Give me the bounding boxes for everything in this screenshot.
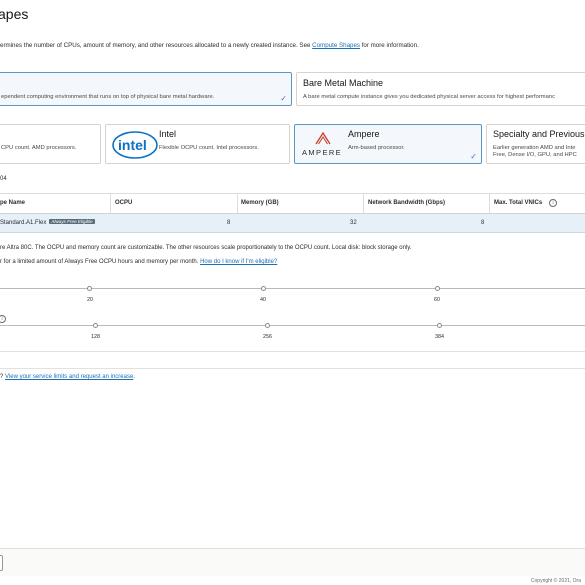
always-free-text: r for a limited amount of Always Free OC… bbox=[0, 259, 201, 265]
memory-slider-tick[interactable] bbox=[265, 323, 270, 328]
column-divider bbox=[237, 194, 238, 213]
specialty-description-1: Earlier generation AMD and Inte bbox=[493, 145, 576, 151]
ocpu-cell: 8 bbox=[227, 220, 231, 226]
compute-shapes-link[interactable]: Compute Shapes bbox=[312, 42, 360, 49]
series-ampere-card[interactable]: AMPERE Ampere Arm-based processor. ✓ bbox=[294, 124, 482, 164]
table-row[interactable]: Standard.A1.Flex Always Free Eligible 8 3… bbox=[0, 214, 585, 233]
memory-slider-tick[interactable] bbox=[93, 323, 98, 328]
divider bbox=[0, 368, 585, 369]
select-shape-button[interactable] bbox=[0, 555, 3, 571]
series-amd-card[interactable]: CPU count. AMD processors. bbox=[0, 124, 101, 164]
info-icon[interactable]: i bbox=[0, 315, 6, 323]
amd-description: CPU count. AMD processors. bbox=[1, 145, 77, 151]
ampere-logo-text: AMPERE bbox=[302, 148, 343, 157]
col-memory[interactable]: Memory (GB) bbox=[241, 200, 279, 206]
bandwidth-cell: 8 bbox=[481, 220, 485, 226]
limits-suffix: . bbox=[133, 374, 135, 380]
intel-title: Intel bbox=[159, 129, 177, 139]
column-divider bbox=[489, 194, 490, 213]
column-divider bbox=[110, 194, 111, 213]
ocpu-tick-label: 40 bbox=[260, 297, 266, 303]
ocpu-slider-tick[interactable] bbox=[87, 286, 92, 291]
subtitle-text: ermines the number of CPUs, amount of me… bbox=[0, 42, 313, 49]
shape-table-header: pe Name OCPU Memory (GB) Network Bandwid… bbox=[0, 193, 585, 214]
shape-name-cell: Standard.A1.Flex Always Free Eligible bbox=[0, 219, 95, 226]
info-icon[interactable]: i bbox=[549, 199, 557, 207]
col-max-vnics[interactable]: Max. Total VNICs bbox=[494, 200, 542, 206]
ampere-title: Ampere bbox=[348, 129, 380, 139]
memory-slider-tick[interactable] bbox=[437, 323, 442, 328]
check-icon: ✓ bbox=[280, 94, 287, 103]
memory-tick-label: 128 bbox=[91, 334, 100, 340]
dialog-footer bbox=[0, 548, 585, 576]
service-limits-note: ? View your service limits and request a… bbox=[0, 374, 135, 380]
shape-name: Standard.A1.Flex bbox=[0, 220, 47, 226]
divider bbox=[0, 351, 585, 352]
always-free-badge: Always Free Eligible bbox=[49, 219, 95, 224]
eligibility-link[interactable]: How do I know if I'm eligible? bbox=[200, 259, 277, 265]
memory-tick-label: 256 bbox=[263, 334, 272, 340]
shape-details: re Altra 80C. The OCPU and memory count … bbox=[0, 245, 412, 251]
ocpu-tick-label: 60 bbox=[434, 297, 440, 303]
series-intel-card[interactable]: intel Intel Flexible OCPU count. Intel p… bbox=[105, 124, 290, 164]
memory-cell: 32 bbox=[350, 220, 357, 226]
always-free-note: r for a limited amount of Always Free OC… bbox=[0, 259, 277, 265]
selection-count: 04 bbox=[0, 176, 7, 182]
intel-logo-text: intel bbox=[118, 137, 147, 153]
intel-description: Flexible OCPU count. Intel processors. bbox=[159, 145, 259, 151]
instance-type-vm-card[interactable]: ependent computing environment that runs… bbox=[0, 72, 292, 106]
service-limits-link[interactable]: View your service limits and request an … bbox=[5, 374, 133, 380]
intel-logo-icon: intel bbox=[112, 131, 158, 159]
specialty-description-2: Free, Dense I/O, GPU, and HPC bbox=[493, 152, 577, 158]
instance-type-bm-card[interactable]: Bare Metal Machine A bare metal compute … bbox=[296, 72, 585, 106]
col-bandwidth[interactable]: Network Bandwidth (Gbps) bbox=[368, 200, 445, 206]
memory-slider-track[interactable] bbox=[0, 325, 585, 326]
ampere-logo-icon bbox=[315, 131, 331, 145]
bm-title: Bare Metal Machine bbox=[303, 78, 384, 88]
ocpu-slider-tick[interactable] bbox=[435, 286, 440, 291]
specialty-title: Specialty and Previous bbox=[493, 129, 585, 139]
memory-tick-label: 384 bbox=[435, 334, 444, 340]
page-title: apes bbox=[0, 6, 29, 22]
col-ocpu[interactable]: OCPU bbox=[115, 200, 132, 206]
ampere-description: Arm-based processor. bbox=[348, 145, 405, 151]
page-subtitle: ermines the number of CPUs, amount of me… bbox=[0, 42, 419, 49]
check-icon: ✓ bbox=[470, 152, 477, 161]
vm-description: ependent computing environment that runs… bbox=[1, 94, 215, 100]
bm-description: A bare metal compute instance gives you … bbox=[303, 94, 555, 100]
ocpu-tick-label: 20 bbox=[87, 297, 93, 303]
column-divider bbox=[363, 194, 364, 213]
subtitle-suffix: for more information. bbox=[359, 42, 419, 49]
col-shape-name[interactable]: pe Name bbox=[0, 200, 25, 206]
ocpu-slider-tick[interactable] bbox=[261, 286, 266, 291]
series-specialty-card[interactable]: Specialty and Previous Earlier generatio… bbox=[486, 124, 585, 164]
copyright-text: Copyright © 2021, Ora bbox=[530, 578, 581, 584]
